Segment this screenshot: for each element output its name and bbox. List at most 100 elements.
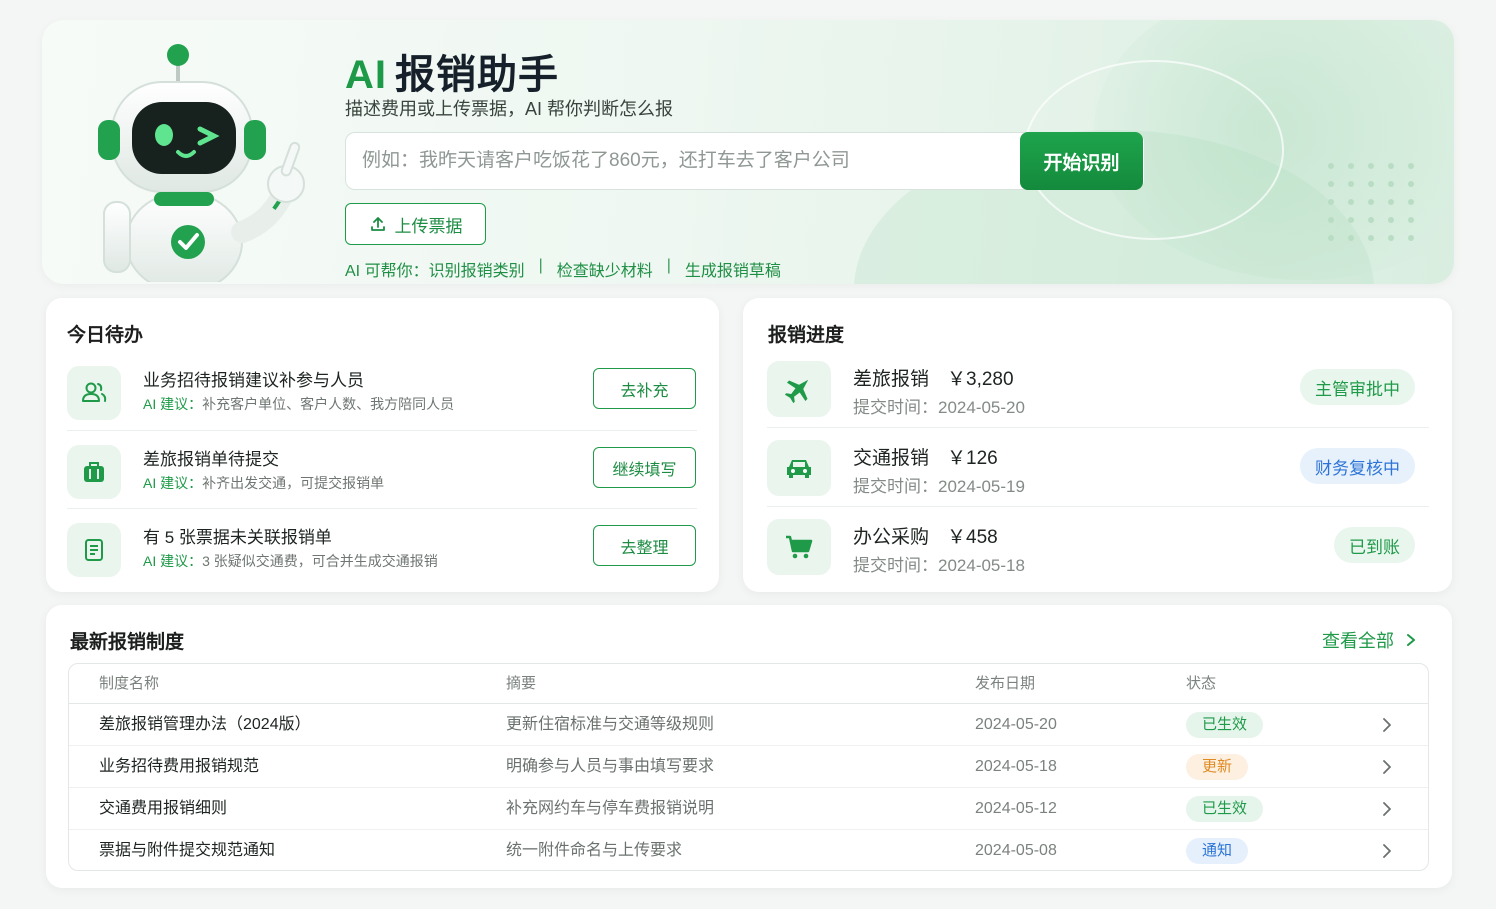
hero-banner: AI报销助手 描述费用或上传票据，AI 帮你判断怎么报 开始识别 上传票据 AI… — [42, 20, 1454, 284]
page-title: AI 报销助手 — [345, 42, 559, 100]
title-ai: AI — [345, 53, 387, 97]
column-header: 状态 — [1186, 675, 1217, 692]
chevron-right-icon[interactable] — [1381, 802, 1393, 816]
ai-suggestion-label: AI 建议： — [143, 553, 203, 569]
todo-title: 今日待办 — [67, 325, 144, 346]
capability-item[interactable]: 识别报销类别 — [429, 257, 525, 281]
hero-subtitle: 描述费用或上传票据，AI 帮你判断怎么报 — [345, 99, 674, 119]
submit-time: 提交时间：2024-05-20 — [853, 393, 1025, 418]
status-badge: 更新 — [1186, 754, 1249, 780]
policy-name: 交通费用报销细则 — [99, 800, 228, 817]
expense-type: 办公采购 — [853, 527, 930, 548]
policy-name: 业务招待费用报销规范 — [99, 758, 260, 775]
progress-item-name: 差旅报销 ￥3,280 — [853, 364, 1014, 391]
submit-time-value: 2024-05-20 — [938, 398, 1025, 417]
todo-item-suggestion: AI 建议：补齐出发交通，可提交报销单 — [143, 473, 384, 493]
submit-time: 提交时间：2024-05-18 — [853, 551, 1025, 576]
progress-title: 报销进度 — [768, 325, 845, 346]
submit-time-label: 提交时间： — [853, 398, 938, 417]
organize-button[interactable]: 去整理 — [593, 525, 696, 566]
expense-amount: ￥3,280 — [947, 369, 1014, 390]
todo-item: 差旅报销单待提交 AI 建议：补齐出发交通，可提交报销单 继续填写 — [67, 435, 697, 513]
policy-date: 2024-05-08 — [975, 842, 1057, 859]
car-icon — [787, 460, 811, 478]
view-all-link[interactable]: 查看全部 — [1322, 627, 1418, 653]
table-row[interactable]: 票据与附件提交规范通知 统一附件命名与上传要求 2024-05-08 通知 — [69, 830, 1428, 870]
policy-name: 差旅报销管理办法（2024版） — [99, 716, 311, 733]
submit-time-label: 提交时间： — [853, 556, 938, 575]
dot-pattern — [1328, 163, 1416, 241]
divider — [767, 506, 1429, 507]
todo-item-title: 差旅报销单待提交 — [143, 450, 279, 469]
cart-icon — [786, 535, 813, 559]
todo-card: 今日待办 业务招待报销建议补参与人员 AI 建议：补充客户单位、客户人数、我方陪… — [46, 298, 719, 592]
progress-card: 报销进度 差旅报销 ￥3,280 提交时间：2024-05-20 主管审批中 交通… — [743, 298, 1452, 592]
progress-icon-tile — [767, 440, 831, 496]
robot-mascot-icon — [98, 44, 305, 282]
capabilities-prefix: AI 可帮你： — [345, 263, 429, 280]
status-badge: 已生效 — [1186, 712, 1264, 738]
chevron-right-icon — [1407, 634, 1415, 646]
todo-item-title: 有 5 张票据未关联报销单 — [143, 528, 332, 547]
chevron-right-icon[interactable] — [1381, 844, 1393, 858]
expense-amount: ￥126 — [947, 448, 998, 469]
progress-icon-tile — [767, 361, 831, 417]
ai-suggestion-text: 3 张疑似交通费，可合并生成交通报销 — [202, 553, 438, 569]
expense-type: 交通报销 — [853, 448, 930, 469]
policy-date: 2024-05-18 — [975, 758, 1057, 775]
policy-card: 最新报销制度 查看全部 制度名称 摘要 发布日期 状态 差旅报销管理办法（202… — [46, 605, 1452, 888]
upload-icon — [370, 217, 385, 231]
submit-time-value: 2024-05-19 — [938, 477, 1025, 496]
status-badge: 主管审批中 — [1300, 369, 1415, 405]
column-header: 制度名称 — [99, 675, 160, 692]
chevron-right-icon[interactable] — [1381, 718, 1393, 732]
submit-time: 提交时间：2024-05-19 — [853, 472, 1025, 497]
start-recognition-button[interactable]: 开始识别 — [1020, 132, 1143, 190]
progress-item-name: 办公采购 ￥458 — [853, 522, 998, 549]
upload-label: 上传票据 — [394, 216, 463, 236]
todo-item: 有 5 张票据未关联报销单 AI 建议：3 张疑似交通费，可合并生成交通报销 去… — [67, 513, 697, 591]
progress-item[interactable]: 办公采购 ￥458 提交时间：2024-05-18 已到账 — [767, 518, 1429, 596]
submit-time-label: 提交时间： — [853, 477, 938, 496]
todo-icon-tile — [67, 445, 121, 499]
todo-icon-tile — [67, 523, 121, 577]
status-badge: 通知 — [1186, 838, 1249, 864]
expense-description-input[interactable] — [362, 133, 1002, 189]
divider — [767, 427, 1429, 428]
ai-suggestion-label: AI 建议： — [143, 396, 203, 412]
todo-item-suggestion: AI 建议：3 张疑似交通费，可合并生成交通报销 — [143, 551, 438, 571]
view-all-label: 查看全部 — [1322, 631, 1394, 651]
todo-item-suggestion: AI 建议：补充客户单位、客户人数、我方陪同人员 — [143, 394, 454, 414]
receipt-icon — [85, 539, 103, 561]
chevron-right-icon[interactable] — [1381, 760, 1393, 774]
status-badge: 已生效 — [1186, 796, 1264, 822]
table-header: 制度名称 摘要 发布日期 状态 — [69, 664, 1428, 704]
policy-summary: 明确参与人员与事由填写要求 — [506, 758, 715, 775]
supplement-button[interactable]: 去补充 — [593, 368, 696, 409]
separator: | — [538, 257, 543, 274]
suitcase-icon — [84, 462, 104, 482]
policy-summary: 补充网约车与停车费报销说明 — [506, 800, 715, 817]
capability-item[interactable]: 生成报销草稿 — [685, 257, 781, 281]
submit-time-value: 2024-05-18 — [938, 556, 1025, 575]
progress-item-name: 交通报销 ￥126 — [853, 443, 998, 470]
capability-item[interactable]: 检查缺少材料 — [557, 257, 653, 281]
policy-date: 2024-05-12 — [975, 800, 1057, 817]
ai-capabilities: AI 可帮你： 识别报销类别 | 检查缺少材料 | 生成报销草稿 — [345, 257, 781, 281]
upload-receipt-button[interactable]: 上传票据 — [345, 203, 486, 245]
table-row[interactable]: 交通费用报销细则 补充网约车与停车费报销说明 2024-05-12 已生效 — [69, 788, 1428, 830]
todo-item-title: 业务招待报销建议补参与人员 — [143, 371, 364, 390]
divider — [67, 430, 697, 431]
policy-date: 2024-05-20 — [975, 716, 1057, 733]
table-row[interactable]: 差旅报销管理办法（2024版） 更新住宿标准与交通等级规则 2024-05-20… — [69, 704, 1428, 746]
ai-suggestion-text: 补齐出发交通，可提交报销单 — [202, 475, 385, 491]
table-row[interactable]: 业务招待费用报销规范 明确参与人员与事由填写要求 2024-05-18 更新 — [69, 746, 1428, 788]
divider — [67, 508, 697, 509]
continue-filling-button[interactable]: 继续填写 — [593, 447, 696, 488]
policy-name: 票据与附件提交规范通知 — [99, 842, 276, 859]
column-header: 发布日期 — [975, 675, 1036, 692]
policy-table: 制度名称 摘要 发布日期 状态 差旅报销管理办法（2024版） 更新住宿标准与交… — [68, 663, 1429, 871]
policy-summary: 更新住宿标准与交通等级规则 — [506, 716, 715, 733]
title-text: 报销助手 — [395, 53, 559, 97]
separator: | — [666, 257, 671, 274]
